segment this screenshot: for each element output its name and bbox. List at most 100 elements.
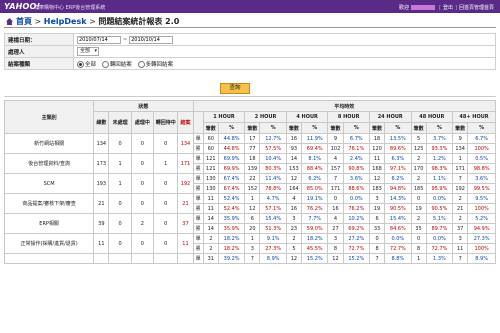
count-cell: 170 [410, 163, 427, 174]
count-cell: 3 [285, 213, 303, 224]
percent-cell: 100% [467, 203, 496, 214]
table-row: 新竹網站相關 134 0 0 0 134 單 60 44.8% 17 12.7% 16 11.9% 9 6.… [3, 133, 496, 154]
stats-table: 主類別 狀態 平均時效 總數 未處理 處理中 轉回待中 結案 1 HOUR 2 … [3, 100, 497, 264]
percent-cell: 6.7% [342, 133, 370, 144]
row-type-single: 單 [192, 213, 204, 224]
closed-cell: 134 [177, 133, 194, 154]
divider [4, 27, 496, 28]
percent-cell: 89.7% [425, 223, 454, 234]
query-button[interactable]: 查詢 [220, 83, 250, 94]
date-to-input[interactable] [129, 35, 174, 44]
closed-cell [177, 253, 194, 264]
percent-cell: 0.0% [425, 193, 454, 204]
percent-cell: 85.0% [301, 183, 329, 194]
count-cell: 183 [368, 183, 386, 194]
count-cell: 171 [327, 183, 344, 194]
subcol-percent: % [467, 122, 496, 134]
count-cell: 11 [452, 243, 469, 254]
count-cell: 16 [285, 133, 303, 144]
count-cell: 93 [285, 143, 303, 154]
percent-cell: 1.3% [425, 253, 454, 264]
count-cell: 16 [285, 203, 303, 214]
count-cell: 60 [202, 133, 219, 144]
percent-cell: 93.3% [425, 143, 454, 154]
percent-cell: 6.3% [384, 153, 412, 164]
breadcrumb-home[interactable]: 首頁 [16, 17, 32, 26]
status-option-multi: 多轉回結案 [145, 61, 174, 68]
percent-cell: 11.9% [301, 133, 329, 144]
percent-cell: 97.1% [384, 163, 412, 174]
count-cell: 20 [244, 223, 261, 234]
percent-cell: 15.2% [301, 253, 329, 264]
count-cell: 8 [368, 243, 386, 254]
count-cell: 12 [327, 253, 344, 264]
subcol-percent: % [217, 122, 246, 134]
pending-cell: 0 [153, 233, 179, 254]
date-from-input[interactable] [77, 35, 121, 44]
percent-cell: 44.8% [217, 143, 246, 154]
col-48plus-hour: 48+ HOUR [452, 111, 496, 123]
count-cell: 192 [452, 183, 469, 194]
unprocessed-cell: 0 [108, 213, 132, 234]
unprocessed-cell [108, 253, 132, 264]
count-cell: 1 [452, 153, 469, 164]
row-type-cumulative: 累 [192, 183, 204, 194]
count-cell: 5 [410, 133, 427, 144]
percent-cell: 27.3% [467, 233, 496, 244]
count-cell: 14 [285, 153, 303, 164]
status-group-header: 狀態 [93, 100, 194, 112]
handler-select[interactable]: 全部 [77, 47, 100, 56]
percent-cell: 69.9% [217, 163, 246, 174]
percent-cell: 6.2% [384, 173, 412, 184]
count-cell: 1 [410, 253, 427, 264]
row-type-cumulative: 累 [192, 203, 204, 214]
count-cell: 4 [285, 193, 303, 204]
count-cell: 125 [410, 143, 427, 154]
welcome-text: 歡迎 [399, 5, 410, 11]
count-cell: 164 [285, 183, 303, 194]
count-cell: 6 [244, 213, 261, 224]
percent-cell: 90.8% [342, 163, 370, 174]
status-radio-all[interactable] [77, 60, 84, 68]
percent-cell: 98.8% [467, 163, 496, 174]
percent-cell: 11.4% [259, 173, 287, 184]
count-cell: 2 [452, 213, 469, 224]
count-cell: 14 [202, 223, 219, 234]
count-cell: 9 [452, 133, 469, 144]
percent-cell: 15.4% [384, 213, 412, 224]
percent-cell: 3.6% [342, 173, 370, 184]
count-cell: 1 [244, 233, 261, 244]
count-cell: 7 [368, 253, 386, 264]
table-row: 正常操作(採購/進貨/退貨) 11 0 0 0 11 單 2 18.2% 1 9.1% 2 18.2% 3… [3, 233, 496, 254]
count-cell: 2 [285, 233, 303, 244]
percent-cell: 0.5% [467, 153, 496, 164]
count-cell: 2 [202, 243, 219, 254]
percent-cell: 57.1% [259, 203, 287, 214]
count-cell: 19 [368, 203, 386, 214]
percent-cell: 57.5% [259, 143, 287, 154]
percent-cell: 8.8% [384, 253, 412, 264]
pending-cell: 0 [153, 173, 179, 194]
col-pending: 轉回待中 [153, 111, 179, 134]
percent-cell: 35.9% [217, 223, 246, 234]
count-cell: 37 [452, 223, 469, 234]
logout-link[interactable]: 登出 [443, 5, 453, 11]
breadcrumb-helpdesk[interactable]: HelpDesk [44, 17, 87, 26]
count-cell: 35 [410, 223, 427, 234]
count-cell: 5 [285, 243, 303, 254]
category-cell: 新竹網站相關 [3, 133, 95, 154]
col-spacer [192, 111, 204, 134]
count-cell: 18 [368, 133, 386, 144]
status-radio-multi[interactable] [137, 60, 145, 68]
percent-cell: 0.0% [342, 193, 370, 204]
percent-cell: 27.3% [259, 243, 287, 254]
status-radio-return[interactable] [101, 60, 109, 68]
count-cell: 12 [285, 253, 303, 264]
percent-cell: 15.4% [259, 213, 287, 224]
back-home-link[interactable]: 回首頁管理首頁 [459, 5, 494, 11]
category-cell: 商品提案/審核下架/審查 [3, 193, 95, 214]
percent-cell: 72.7% [425, 243, 454, 254]
col-total: 總數 [93, 111, 110, 134]
percent-cell: 27.2% [342, 233, 370, 244]
closed-cell: 171 [177, 153, 194, 174]
